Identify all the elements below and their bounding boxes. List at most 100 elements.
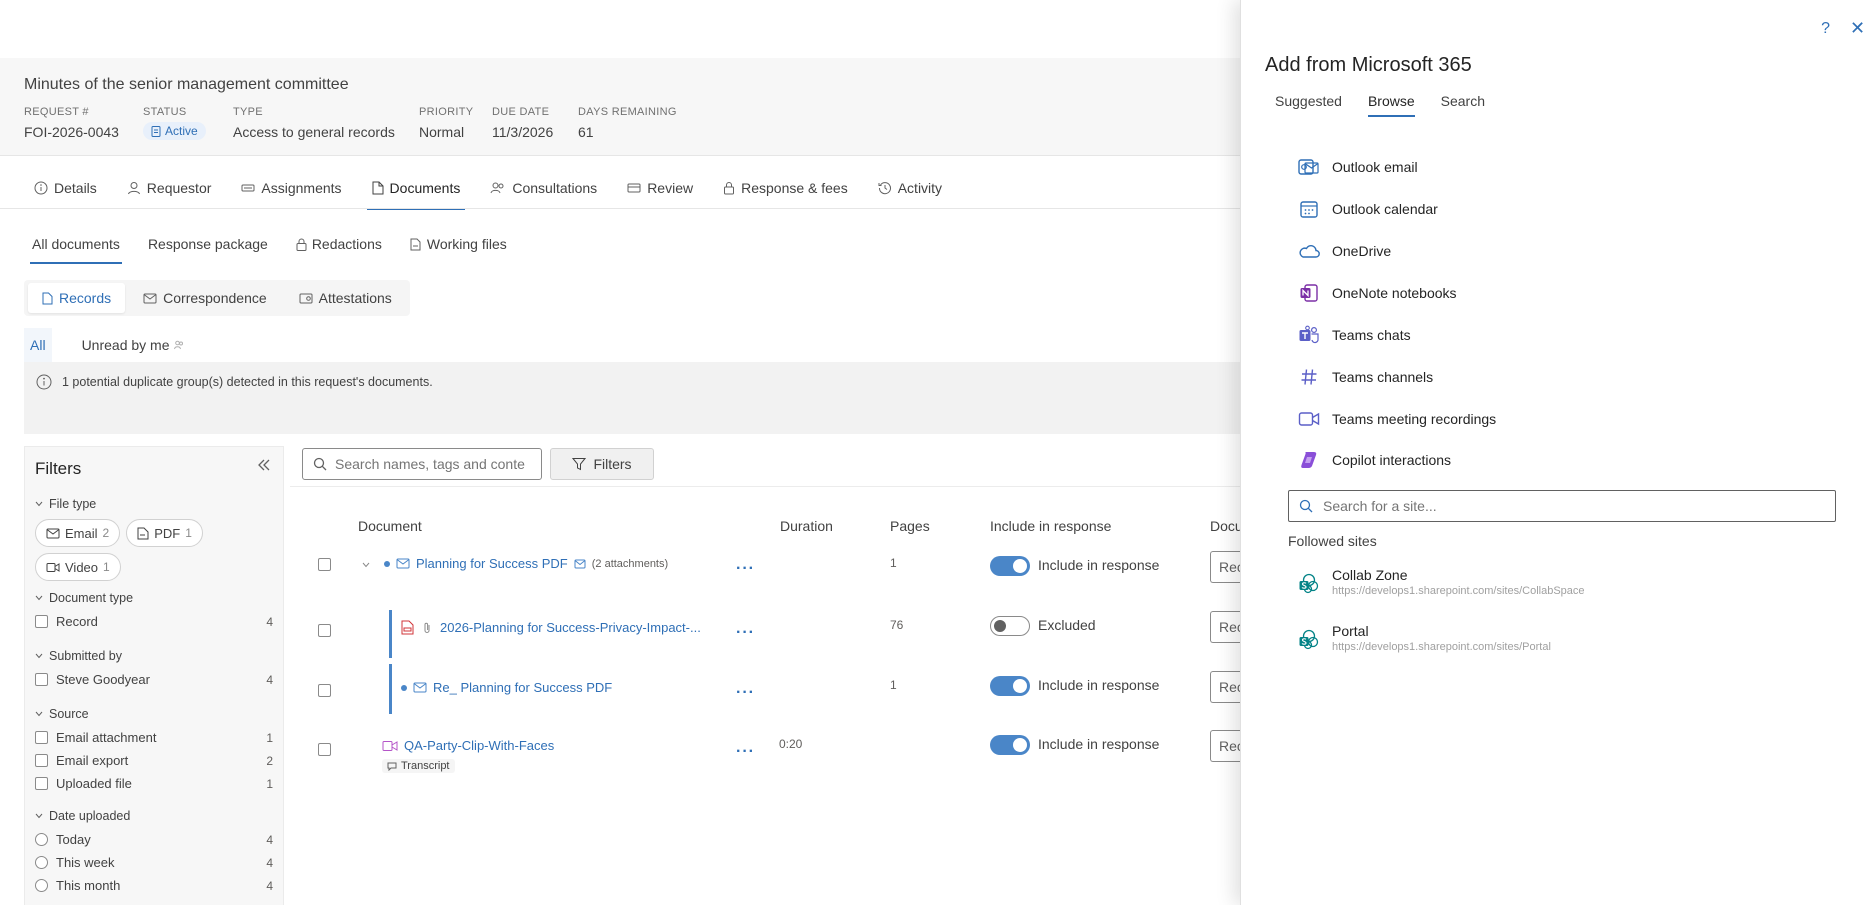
column-header-document[interactable]: Document xyxy=(358,518,422,534)
checkbox[interactable] xyxy=(35,615,48,628)
tab-review[interactable]: Review xyxy=(612,168,708,208)
document-link[interactable]: Re_ Planning for Success PDF xyxy=(433,680,612,695)
filter-option-today[interactable]: Today 4 xyxy=(35,828,273,851)
chevron-down-icon xyxy=(35,501,43,507)
checkbox[interactable] xyxy=(35,731,48,744)
tab-search[interactable]: Search xyxy=(1441,93,1485,117)
tab-all-documents[interactable]: All documents xyxy=(30,236,122,264)
filter-option-uploaded-file[interactable]: Uploaded file 1 xyxy=(35,772,273,795)
file-type-header[interactable]: File type xyxy=(35,497,273,511)
pdf-icon xyxy=(137,527,149,539)
document-search[interactable] xyxy=(302,448,542,480)
tab-response-fees[interactable]: Response & fees xyxy=(708,168,863,208)
document-icon xyxy=(151,125,161,137)
chip-video[interactable]: Video 1 xyxy=(35,553,121,581)
column-header-include[interactable]: Include in response xyxy=(990,518,1111,534)
column-header-duration[interactable]: Duration xyxy=(780,518,833,534)
document-type-header[interactable]: Document type xyxy=(35,591,273,605)
tab-unread-by-me[interactable]: Unread by me xyxy=(76,328,190,362)
source-teams-chats[interactable]: Teams chats xyxy=(1298,323,1411,347)
site-search-input[interactable] xyxy=(1323,498,1803,514)
filter-option-email-attachment[interactable]: Email attachment 1 xyxy=(35,726,273,749)
table-row[interactable]: Re_ Planning for Success PDF ··· 1 Inclu… xyxy=(290,664,1250,728)
tab-assignments[interactable]: Assignments xyxy=(226,168,356,208)
chip-email[interactable]: Email 2 xyxy=(35,519,121,547)
chip-pdf[interactable]: PDF 1 xyxy=(126,519,203,547)
chevron-down-icon[interactable] xyxy=(362,562,370,568)
help-button[interactable]: ? xyxy=(1821,20,1830,38)
site-collab-zone[interactable]: Collab Zone https://develops1.sharepoint… xyxy=(1298,567,1585,597)
document-icon xyxy=(372,181,384,195)
column-header-pages[interactable]: Pages xyxy=(890,518,930,534)
document-link[interactable]: Planning for Success PDF xyxy=(416,556,568,571)
filter-option-email-export[interactable]: Email export 2 xyxy=(35,749,273,772)
tab-suggested[interactable]: Suggested xyxy=(1275,93,1342,117)
checkbox[interactable] xyxy=(35,673,48,686)
source-header[interactable]: Source xyxy=(35,707,273,721)
source-teams-recordings[interactable]: Teams meeting recordings xyxy=(1298,407,1496,431)
tab-requestor[interactable]: Requestor xyxy=(112,168,227,208)
tab-details[interactable]: Details xyxy=(24,168,112,208)
table-row[interactable]: QA-Party-Clip-With-Faces Transcript ··· … xyxy=(290,730,1250,787)
row-checkbox[interactable] xyxy=(318,624,331,637)
filter-option-record[interactable]: Record 4 xyxy=(35,610,273,633)
submitted-by-header[interactable]: Submitted by xyxy=(35,649,273,663)
filters-button[interactable]: Filters xyxy=(550,448,654,480)
search-icon xyxy=(313,457,327,471)
include-toggle[interactable] xyxy=(990,676,1030,696)
tab-browse[interactable]: Browse xyxy=(1367,93,1415,117)
people-icon xyxy=(490,182,504,194)
source-outlook-calendar[interactable]: Outlook calendar xyxy=(1298,197,1438,221)
document-link[interactable]: 2026-Planning for Success-Privacy-Impact… xyxy=(440,620,701,635)
source-teams-channels[interactable]: Teams channels xyxy=(1298,365,1433,389)
include-toggle[interactable] xyxy=(990,556,1030,576)
row-checkbox[interactable] xyxy=(318,743,331,756)
collapse-filters-button[interactable] xyxy=(257,459,271,471)
more-actions-button[interactable]: ··· xyxy=(736,624,755,642)
outlook-email-icon xyxy=(1298,159,1319,175)
segment-attestations[interactable]: Attestations xyxy=(285,283,406,313)
close-button[interactable]: ✕ xyxy=(1850,18,1868,39)
source-outlook-email[interactable]: Outlook email xyxy=(1298,155,1418,179)
more-actions-button[interactable]: ··· xyxy=(736,560,755,578)
filter-option-this-month[interactable]: This month 4 xyxy=(35,874,273,897)
document-link[interactable]: QA-Party-Clip-With-Faces xyxy=(404,738,554,753)
mail-icon xyxy=(574,559,586,568)
radio[interactable] xyxy=(35,856,48,869)
radio[interactable] xyxy=(35,833,48,846)
search-input[interactable] xyxy=(335,456,525,472)
site-portal[interactable]: Portal https://develops1.sharepoint.com/… xyxy=(1298,623,1551,653)
table-row[interactable]: 2026-Planning for Success-Privacy-Impact… xyxy=(290,610,1250,668)
tab-all[interactable]: All xyxy=(24,328,52,362)
table-row[interactable]: Planning for Success PDF (2 attachments)… xyxy=(290,551,1250,608)
transcript-tag[interactable]: Transcript xyxy=(382,759,455,773)
segment-records[interactable]: Records xyxy=(28,283,126,313)
site-search[interactable] xyxy=(1288,490,1836,522)
tab-working-files[interactable]: Working files xyxy=(410,236,507,264)
tab-documents[interactable]: Documents xyxy=(357,168,476,210)
tab-activity[interactable]: Activity xyxy=(863,168,957,208)
checkbox[interactable] xyxy=(35,777,48,790)
more-actions-button[interactable]: ··· xyxy=(736,684,755,702)
column-header-document-type[interactable]: Docu xyxy=(1210,518,1243,534)
document-type-section: Document type Record 4 xyxy=(35,591,273,633)
source-onenote[interactable]: OneNote notebooks xyxy=(1298,281,1457,305)
filter-option-steve-goodyear[interactable]: Steve Goodyear 4 xyxy=(35,668,273,691)
segment-correspondence[interactable]: Correspondence xyxy=(129,283,281,313)
tab-response-package[interactable]: Response package xyxy=(148,236,268,264)
filter-option-this-week[interactable]: This week 4 xyxy=(35,851,273,874)
video-icon xyxy=(1298,412,1320,426)
checkbox[interactable] xyxy=(35,754,48,767)
include-toggle[interactable] xyxy=(990,735,1030,755)
tab-consultations[interactable]: Consultations xyxy=(475,168,612,208)
due-date-field: DUE DATE 11/3/2026 xyxy=(492,106,554,140)
source-onedrive[interactable]: OneDrive xyxy=(1298,239,1391,263)
row-checkbox[interactable] xyxy=(318,558,331,571)
date-uploaded-header[interactable]: Date uploaded xyxy=(35,809,273,823)
source-copilot[interactable]: Copilot interactions xyxy=(1298,448,1451,472)
row-checkbox[interactable] xyxy=(318,684,331,697)
tab-redactions[interactable]: Redactions xyxy=(296,236,382,264)
radio[interactable] xyxy=(35,879,48,892)
more-actions-button[interactable]: ··· xyxy=(736,743,755,761)
include-toggle[interactable] xyxy=(990,616,1030,636)
